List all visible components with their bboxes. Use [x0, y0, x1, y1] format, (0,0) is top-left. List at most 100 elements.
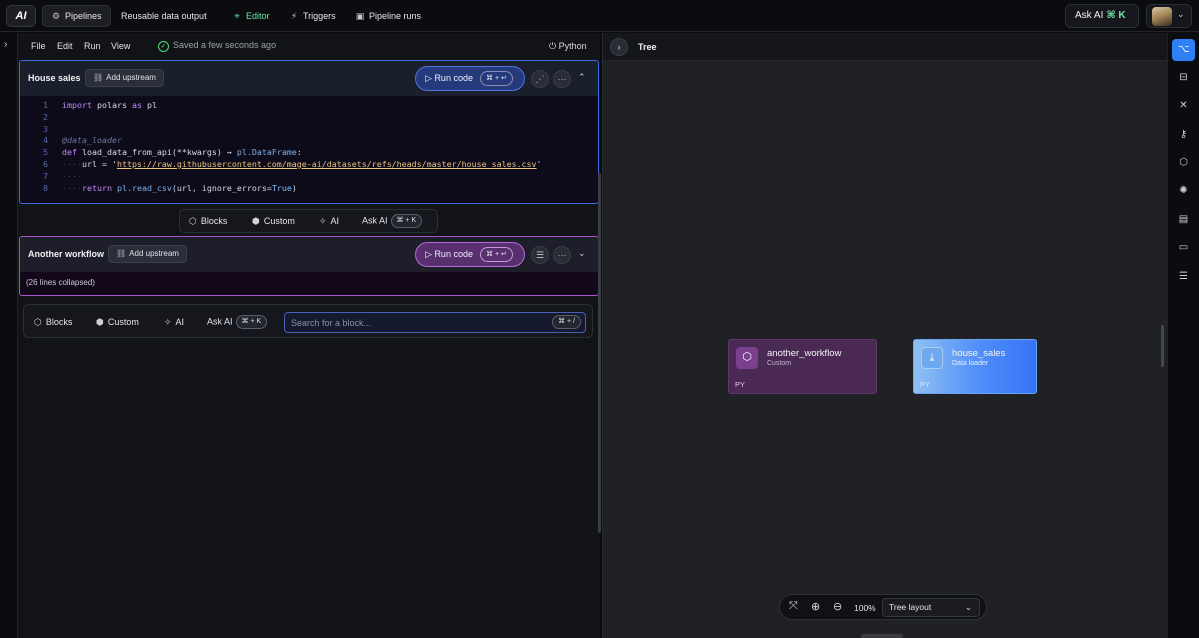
- resize-handle[interactable]: [861, 634, 903, 638]
- tree-node-another-workflow[interactable]: ⬡ another_workflow Custom PY: [728, 339, 877, 394]
- nav-pipelines[interactable]: ⚙ Pipelines: [42, 5, 111, 27]
- custom-button[interactable]: ⬢ Custom: [96, 317, 139, 328]
- save-status: ✓ Saved a few seconds ago: [158, 40, 276, 52]
- expand-sidebar-icon[interactable]: ›: [4, 39, 7, 50]
- settings-sliders-icon[interactable]: ☰: [1172, 266, 1195, 288]
- user-menu[interactable]: ⌄: [1146, 4, 1192, 28]
- menu-bar: File Edit Run View ✓ Saved a few seconds …: [18, 33, 600, 58]
- tree-scrollbar[interactable]: [1161, 325, 1164, 367]
- code-line: 1 import polars as pl: [43, 100, 157, 110]
- sparkle-icon: ✧: [319, 216, 327, 226]
- search-shortcut: ⌘ + /: [552, 315, 581, 329]
- bug-icon[interactable]: ✺: [1172, 180, 1195, 202]
- code-line: 5 def load_data_from_api(**kwargs) → pl.D…: [43, 147, 302, 158]
- run-code-button[interactable]: ▷ Run code ⌘ + ↵: [415, 242, 525, 267]
- chevron-down-icon[interactable]: ⌄: [578, 248, 586, 259]
- ask-ai-toolbar-button[interactable]: Ask AI ⌘ + K: [362, 214, 423, 228]
- nav-reusable-label: Reusable data output: [121, 11, 207, 21]
- chevron-up-icon[interactable]: ⌃: [578, 72, 586, 83]
- check-icon: ✓: [158, 41, 169, 52]
- link-icon: ⛓: [116, 249, 127, 258]
- chevron-down-icon: ⌄: [1177, 9, 1185, 19]
- code-editor[interactable]: 1 import polars as pl 2 3 4 @data_loader 5…: [20, 96, 598, 203]
- menu-edit[interactable]: Edit: [57, 41, 73, 51]
- block-search[interactable]: ⌘ + /: [284, 312, 586, 333]
- run-code-label: Run code: [434, 249, 473, 259]
- ai-button[interactable]: ✧ AI: [164, 317, 184, 328]
- language-label: Python: [558, 41, 587, 51]
- menu-run[interactable]: Run: [84, 41, 101, 51]
- file-icon[interactable]: ▤: [1172, 209, 1195, 231]
- save-status-text: Saved a few seconds ago: [173, 40, 277, 50]
- right-sidebar: ⌥ ⊟ ✕ ⚷ ⬡ ✺ ▤ ▭ ☰: [1167, 33, 1199, 638]
- cube-icon: ⬢: [96, 317, 104, 327]
- blocks-label: Blocks: [45, 317, 73, 327]
- block-house-sales[interactable]: House sales ⛓ Add upstream ▷ Run code ⌘ +…: [19, 60, 599, 204]
- more-icon[interactable]: ···: [553, 246, 571, 264]
- editor-panel: File Edit Run View ✓ Saved a few seconds …: [18, 33, 601, 638]
- ask-ai-toolbar-shortcut: ⌘ + K: [390, 214, 423, 228]
- download-icon: ⤓: [921, 347, 943, 369]
- collapsed-lines-text[interactable]: (26 lines collapsed): [26, 278, 95, 287]
- triggers-icon: ⚡: [290, 11, 298, 21]
- add-upstream-button[interactable]: ⛓ Add upstream: [108, 245, 187, 263]
- block-another-workflow[interactable]: Another workflow ⛓ Add upstream ▷ Run cod…: [19, 236, 599, 296]
- ask-ai-toolbar-label: Ask AI: [207, 316, 233, 327]
- custom-button[interactable]: ⬢ Custom: [252, 216, 295, 227]
- settings-icon[interactable]: ☰: [531, 246, 549, 264]
- fit-view-icon[interactable]: ⤧: [789, 600, 798, 613]
- block-header: House sales ⛓ Add upstream ▷ Run code ⌘ +…: [20, 61, 598, 96]
- block-title[interactable]: Another workflow: [28, 249, 104, 259]
- add-block-toolbar-bottom: ⬡Blocks ⬢Custom ✧AI Ask AI⌘ + K ⌘ + /: [23, 304, 593, 338]
- play-icon: ▷: [425, 73, 432, 83]
- block-title[interactable]: House sales: [28, 73, 81, 83]
- run-code-button[interactable]: ▷ Run code ⌘ + ↵: [415, 66, 525, 91]
- nav-reusable-data-output[interactable]: Reusable data output: [113, 5, 215, 27]
- run-code-label: Run code: [434, 73, 473, 83]
- tree-title: Tree: [638, 42, 657, 52]
- variables-icon[interactable]: ✕: [1172, 95, 1195, 117]
- run-shortcut: ⌘ + ↵: [480, 71, 513, 86]
- blocks-icon: ⬡: [34, 317, 42, 327]
- language-selector[interactable]: ⏻ Python: [549, 41, 587, 52]
- branch-icon[interactable]: ⋰: [531, 70, 549, 88]
- nav-editor-label: Editor: [246, 11, 270, 21]
- play-icon: ▷: [425, 249, 432, 259]
- nav-triggers[interactable]: ⚡ Triggers: [281, 5, 344, 27]
- more-icon[interactable]: ···: [553, 70, 571, 88]
- custom-label: Custom: [263, 216, 295, 226]
- ask-ai-toolbar-button[interactable]: Ask AI ⌘ + K: [207, 315, 268, 329]
- menu-view[interactable]: View: [111, 41, 130, 51]
- zoom-level: 100%: [854, 603, 876, 613]
- add-upstream-button[interactable]: ⛓ Add upstream: [85, 69, 164, 87]
- ask-ai-toolbar-shortcut: ⌘ + K: [235, 315, 268, 329]
- blocks-button[interactable]: ⬡ Blocks: [34, 317, 72, 328]
- code-line: 7 ····: [43, 170, 82, 181]
- hierarchy-icon[interactable]: ⊟: [1172, 67, 1195, 89]
- blocks-button[interactable]: ⬡ Blocks: [189, 216, 227, 227]
- blocks-icon[interactable]: ⬡: [1172, 152, 1195, 174]
- zoom-in-icon[interactable]: ⊕: [811, 600, 820, 613]
- zoom-out-icon[interactable]: ⊖: [833, 600, 842, 613]
- key-icon[interactable]: ⚷: [1172, 124, 1195, 146]
- ask-ai-button[interactable]: Ask AI ⌘ K: [1065, 4, 1139, 28]
- terminal-icon[interactable]: ▭: [1172, 237, 1195, 259]
- code-line: 4 @data_loader: [43, 135, 122, 146]
- ai-button[interactable]: ✧ AI: [319, 216, 339, 227]
- logo[interactable]: AI: [6, 5, 36, 27]
- layout-select[interactable]: Tree layout ⌄: [882, 598, 980, 617]
- editor-scrollbar[interactable]: [598, 173, 601, 533]
- tree-panel: › Tree ⬡ another_workflow Custom PY ⤓ ho…: [602, 33, 1167, 638]
- tree-node-house-sales[interactable]: ⤓ house_sales Data loader PY: [913, 339, 1037, 394]
- menu-file[interactable]: File: [31, 41, 46, 51]
- nav-editor[interactable]: ⌖ Editor: [224, 5, 278, 27]
- avatar: [1152, 7, 1172, 26]
- nav-pipeline-runs[interactable]: ▣ Pipeline runs: [347, 5, 429, 27]
- tree-view-icon[interactable]: ⌥: [1172, 39, 1195, 61]
- ask-ai-shortcut: ⌘ K: [1106, 10, 1126, 21]
- add-upstream-label: Add upstream: [106, 73, 156, 82]
- chevron-right-icon[interactable]: ›: [610, 38, 628, 56]
- node-language: PY: [920, 380, 931, 389]
- block-search-input[interactable]: [291, 315, 541, 330]
- code-line: 3: [43, 123, 48, 134]
